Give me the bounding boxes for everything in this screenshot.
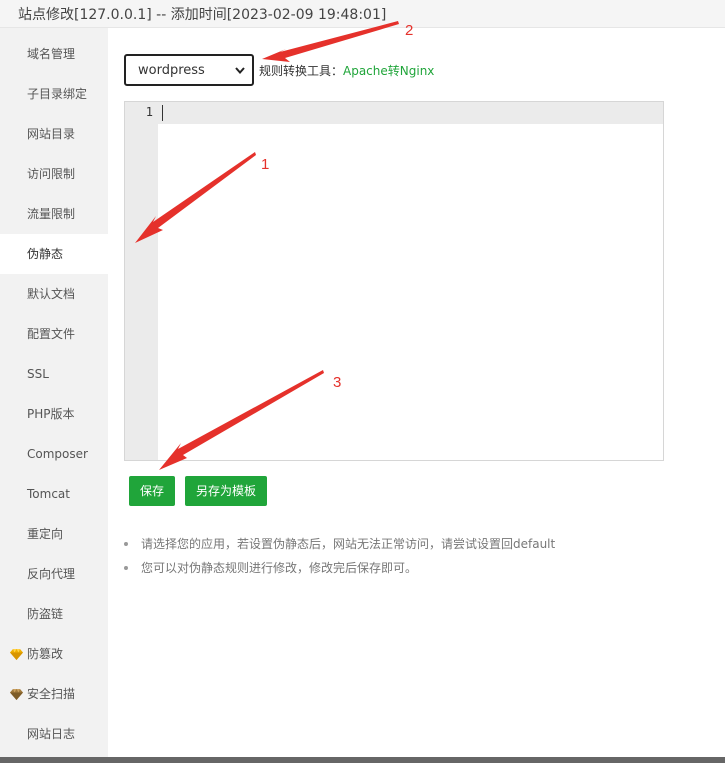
sidebar-item-redirect[interactable]: 重定向 bbox=[0, 514, 108, 554]
tip-text: 您可以对伪静态规则进行修改，修改完后保存即可。 bbox=[141, 561, 418, 575]
sidebar-item-default-doc[interactable]: 默认文档 bbox=[0, 274, 108, 314]
window-title: 站点修改[127.0.0.1] -- 添加时间[2023-02-09 19:48… bbox=[18, 7, 387, 23]
sidebar-item-label: 域名管理 bbox=[27, 47, 76, 61]
rewrite-template-select[interactable]: wordpress bbox=[124, 54, 254, 86]
list-item: 请选择您的应用，若设置伪静态后，网站无法正常访问，请尝试设置回default bbox=[124, 536, 704, 560]
sidebar-item-label: 默认文档 bbox=[27, 287, 76, 301]
sidebar-item-ssl[interactable]: SSL bbox=[0, 354, 108, 394]
bullet-icon bbox=[124, 542, 128, 546]
sidebar-item-access-limit[interactable]: 访问限制 bbox=[0, 154, 108, 194]
rule-convert-label: 规则转换工具： bbox=[259, 64, 344, 78]
site-modify-window: 站点修改[127.0.0.1] -- 添加时间[2023-02-09 19:48… bbox=[0, 0, 725, 763]
sidebar-item-tamper-proof[interactable]: 防篡改 bbox=[0, 634, 108, 674]
sidebar-item-label: 配置文件 bbox=[27, 327, 76, 341]
annotation-number-3: 3 bbox=[333, 374, 342, 391]
gem-icon bbox=[10, 689, 23, 700]
sidebar: 域名管理 子目录绑定 网站目录 访问限制 流量限制 伪静态 默认文档 配置文件 … bbox=[0, 28, 108, 757]
sidebar-item-site-log[interactable]: 网站日志 bbox=[0, 714, 108, 754]
sidebar-item-label: 网站日志 bbox=[27, 727, 76, 741]
list-item: 您可以对伪静态规则进行修改，修改完后保存即可。 bbox=[124, 560, 704, 584]
bullet-icon bbox=[124, 566, 128, 570]
gem-icon bbox=[10, 649, 23, 660]
sidebar-item-security-scan[interactable]: 安全扫描 bbox=[0, 674, 108, 714]
sidebar-item-label: 流量限制 bbox=[27, 207, 76, 221]
sidebar-item-tomcat[interactable]: Tomcat bbox=[0, 474, 108, 514]
sidebar-item-label: 重定向 bbox=[27, 527, 64, 541]
sidebar-item-label: 访问限制 bbox=[27, 167, 76, 181]
sidebar-item-composer[interactable]: Composer bbox=[0, 434, 108, 474]
sidebar-item-site-dir[interactable]: 网站目录 bbox=[0, 114, 108, 154]
sidebar-item-label: 伪静态 bbox=[27, 247, 64, 261]
select-value: wordpress bbox=[138, 63, 205, 78]
sidebar-item-label: 防盗链 bbox=[27, 607, 64, 621]
bottom-edge bbox=[0, 757, 725, 763]
sidebar-item-rewrite[interactable]: 伪静态 bbox=[0, 234, 108, 274]
sidebar-item-label: PHP版本 bbox=[27, 407, 75, 421]
sidebar-item-traffic-limit[interactable]: 流量限制 bbox=[0, 194, 108, 234]
sidebar-item-label: 安全扫描 bbox=[27, 687, 76, 701]
annotation-number-2: 2 bbox=[405, 22, 414, 39]
title-bar: 站点修改[127.0.0.1] -- 添加时间[2023-02-09 19:48… bbox=[0, 0, 725, 28]
sidebar-item-label: 反向代理 bbox=[27, 567, 76, 581]
sidebar-item-label: Composer bbox=[27, 447, 88, 461]
sidebar-item-label: 网站目录 bbox=[27, 127, 76, 141]
sidebar-item-hotlink[interactable]: 防盗链 bbox=[0, 594, 108, 634]
chevron-down-icon bbox=[235, 67, 245, 75]
sidebar-item-label: 子目录绑定 bbox=[27, 87, 88, 101]
annotation-number-1: 1 bbox=[261, 156, 270, 173]
save-button[interactable]: 保存 bbox=[129, 476, 175, 506]
tip-text: 请选择您的应用，若设置伪静态后，网站无法正常访问，请尝试设置回default bbox=[141, 537, 556, 551]
rewrite-rule-editor[interactable]: 1 bbox=[124, 101, 664, 461]
editor-active-line bbox=[158, 102, 663, 124]
save-as-template-button[interactable]: 另存为模板 bbox=[185, 476, 267, 506]
editor-gutter bbox=[125, 102, 158, 460]
sidebar-item-reverse-proxy[interactable]: 反向代理 bbox=[0, 554, 108, 594]
apache-to-nginx-link[interactable]: Apache转Nginx bbox=[343, 62, 434, 79]
sidebar-item-label: Tomcat bbox=[27, 487, 70, 501]
sidebar-item-label: SSL bbox=[27, 367, 49, 381]
line-number: 1 bbox=[145, 105, 153, 119]
sidebar-item-php-version[interactable]: PHP版本 bbox=[0, 394, 108, 434]
sidebar-item-subdir[interactable]: 子目录绑定 bbox=[0, 74, 108, 114]
sidebar-item-label: 防篡改 bbox=[27, 647, 64, 661]
text-cursor bbox=[162, 105, 163, 121]
sidebar-item-config-file[interactable]: 配置文件 bbox=[0, 314, 108, 354]
tips-list: 请选择您的应用，若设置伪静态后，网站无法正常访问，请尝试设置回default 您… bbox=[124, 536, 704, 584]
sidebar-item-domain[interactable]: 域名管理 bbox=[0, 34, 108, 74]
